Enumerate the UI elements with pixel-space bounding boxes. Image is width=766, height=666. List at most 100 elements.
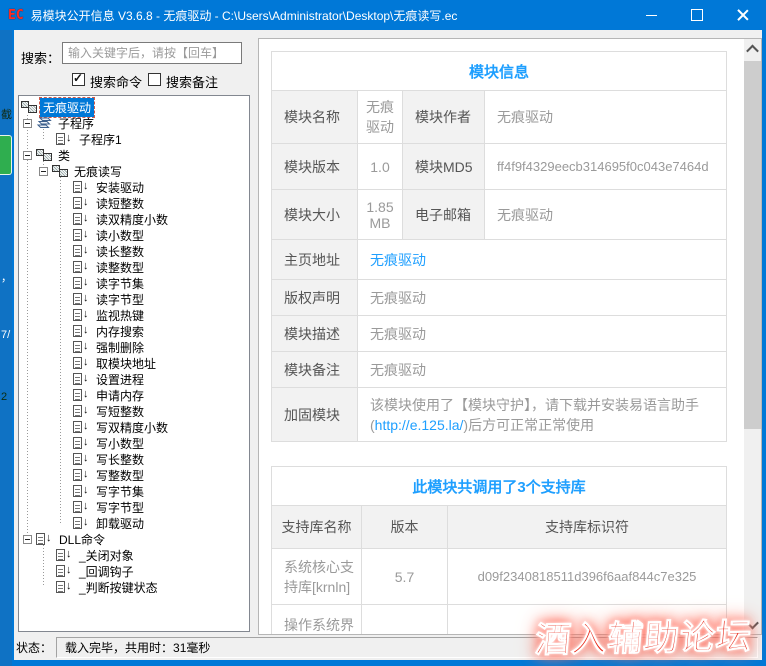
search-command-label: 搜索命令 [90, 75, 143, 90]
minimize-button[interactable] [628, 0, 674, 30]
method-doc-down-icon [73, 180, 90, 194]
homepage-link[interactable]: 无痕驱动 [370, 252, 426, 268]
field-label: 模块描述 [271, 315, 358, 352]
window-title: 易模块公开信息 V3.6.8 - 无痕驱动 - C:\Users\Adminis… [30, 8, 458, 23]
lib-version: 5.7 [361, 548, 448, 605]
method-doc-down-icon [36, 532, 53, 546]
module-icon [21, 101, 37, 113]
desktop-icon-text-fragment: 2 [1, 391, 8, 403]
layers-icon [36, 117, 52, 130]
field-label: 加固模块 [271, 387, 358, 442]
lib-guid: d09f2340818511d396f6aaf844c7e325 [447, 548, 727, 605]
desktop-icon-fragment [0, 135, 12, 175]
method-doc-down-icon [73, 484, 90, 498]
window-border [12, 30, 14, 666]
app-logo-icon: EC [8, 7, 24, 23]
method-doc-down-icon [73, 500, 90, 514]
field-label: 模块名称 [271, 90, 358, 144]
field-value: 无痕驱动 [357, 351, 727, 388]
field-label: 电子邮箱 [402, 189, 485, 240]
module-tree: 无痕驱动 子程序 子程序1 类 无痕读写 安装驱动 读短整数 读双精度小数 读小… [18, 95, 250, 632]
titlebar: EC 易模块公开信息 V3.6.8 - 无痕驱动 - C:\Users\Admi… [0, 0, 766, 30]
field-value: 该模块使用了【模块守护】，请下载并安装易语言助手(http://e.125.la… [357, 387, 727, 442]
scrollbar[interactable] [744, 39, 761, 634]
method-doc-down-icon [73, 404, 90, 418]
desktop-icon-text-fragment: 截 [1, 109, 12, 121]
chevron-up-icon [746, 44, 759, 57]
field-label: 模块版本 [271, 143, 358, 190]
field-label: 模块作者 [402, 90, 485, 144]
method-doc-down-icon [73, 340, 90, 354]
method-doc-down-icon [73, 276, 90, 290]
method-doc-down-icon [73, 324, 90, 338]
field-value: 1.85 MB [357, 189, 403, 240]
method-doc-down-icon [73, 260, 90, 274]
field-value: 无痕驱动 [357, 90, 403, 144]
close-button[interactable] [720, 0, 766, 30]
scrollbar-thumb[interactable] [744, 61, 761, 429]
method-doc-down-icon [73, 468, 90, 482]
tree-item-root[interactable]: 无痕驱动 [19, 96, 249, 118]
field-value: 无痕驱动 [484, 189, 727, 240]
tree-item[interactable]: 子程序1 [19, 131, 249, 147]
window-border [762, 30, 766, 666]
search-command-checkbox[interactable] [72, 71, 85, 86]
method-doc-down-icon [73, 196, 90, 210]
method-doc-down-icon [56, 564, 73, 578]
field-label: 模块备注 [271, 351, 358, 388]
search-input[interactable] [62, 42, 242, 64]
status-label: 状态： [16, 641, 53, 655]
field-label: 模块大小 [271, 189, 358, 240]
field-value: 1.0 [357, 143, 403, 190]
column-header: 支持库标识符 [447, 505, 727, 549]
field-value: 无痕驱动 [357, 279, 727, 316]
search-note-checkbox[interactable] [148, 73, 161, 86]
lib-name: 系统核心支持库[krnln] [271, 548, 362, 605]
elang-helper-link[interactable]: http://e.125.la/ [375, 417, 464, 433]
method-doc-down-icon [56, 580, 73, 594]
method-doc-down-icon [56, 548, 73, 562]
module-info-table: 模块信息 模块名称 无痕驱动 模块作者 无痕驱动 模块版本 1.0 模块MD5 … [271, 51, 727, 442]
app-window: 截 ， 7/ 2 EC 易模块公开信息 V3.6.8 - 无痕驱动 - C:\U… [0, 0, 766, 666]
collapse-toggle[interactable] [23, 534, 32, 544]
column-header: 版本 [361, 505, 448, 549]
field-label: 模块MD5 [402, 143, 485, 190]
collapse-toggle[interactable] [23, 118, 32, 128]
method-doc-down-icon [73, 308, 90, 322]
maximize-button[interactable] [674, 0, 720, 30]
method-doc-down-icon [73, 420, 90, 434]
tree-item[interactable]: 卸载驱动 [19, 515, 249, 531]
window-border [12, 660, 766, 666]
module-icon [52, 165, 68, 177]
method-doc-down-icon [56, 132, 73, 146]
collapse-toggle[interactable] [23, 150, 32, 160]
field-value-md5: ff4f9f4329eecb314695f0c043e7464d [484, 143, 727, 190]
method-doc-down-icon [73, 244, 90, 258]
field-value: 无痕驱动 [484, 90, 727, 144]
tree-item[interactable]: _判断按键状态 [19, 579, 249, 595]
search-note-label: 搜索备注 [166, 75, 219, 90]
method-doc-down-icon [73, 452, 90, 466]
method-doc-down-icon [73, 292, 90, 306]
method-doc-down-icon [73, 356, 90, 370]
collapse-toggle[interactable] [39, 166, 48, 176]
field-value: 无痕驱动 [357, 239, 727, 280]
close-icon [737, 9, 749, 21]
scroll-up-button[interactable] [744, 39, 761, 59]
method-doc-down-icon [73, 372, 90, 386]
support-libs-title: 此模块共调用了3个支持库 [271, 466, 727, 506]
desktop-icon-text-fragment: 7/ [1, 329, 11, 341]
method-doc-down-icon [73, 436, 90, 450]
module-icon [36, 149, 52, 161]
forum-watermark: 酒入辅助论坛 [533, 616, 754, 662]
field-label: 主页地址 [271, 239, 358, 280]
guard-text: )后方可正常正常使用 [463, 416, 595, 433]
desktop-icon-text-fragment: ， [1, 272, 12, 284]
maximize-icon [691, 9, 703, 21]
method-doc-down-icon [73, 516, 90, 530]
tree-item[interactable]: 子程序 [19, 115, 249, 131]
desktop-background: 截 ， 7/ 2 [0, 30, 12, 666]
method-doc-down-icon [73, 388, 90, 402]
tree-item[interactable]: 类 [19, 147, 249, 163]
minimize-icon [645, 14, 657, 16]
